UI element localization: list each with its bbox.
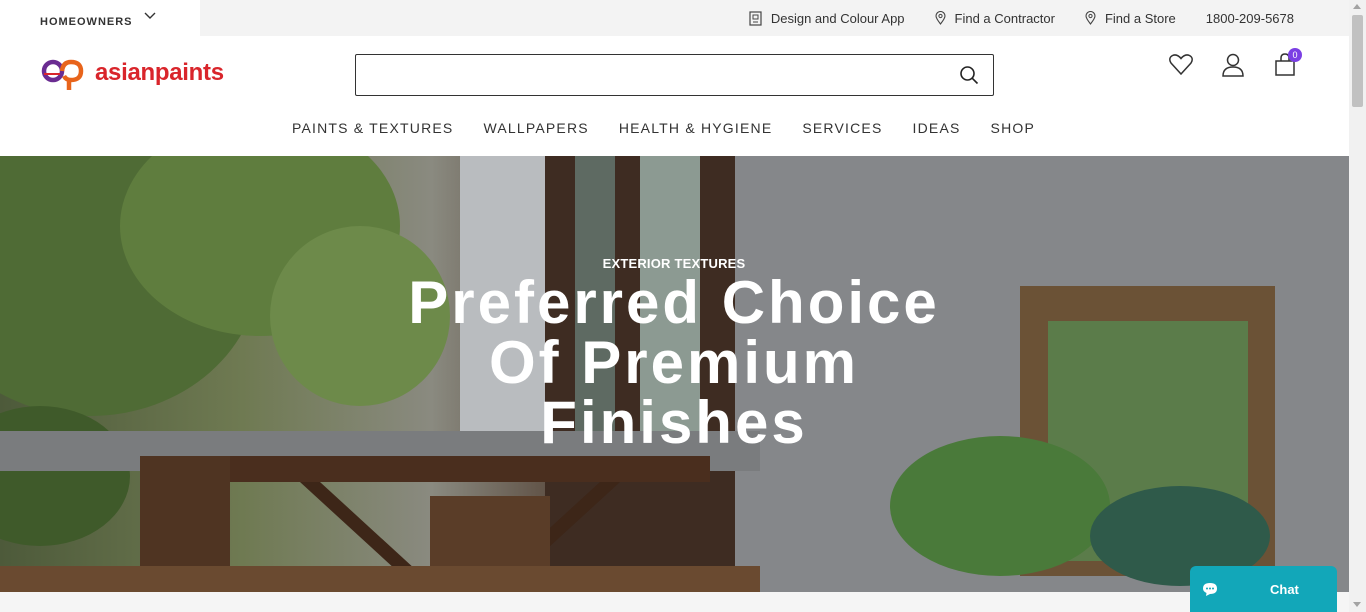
nav-ideas[interactable]: IDEAS (913, 120, 961, 142)
nav-paints-textures[interactable]: PAINTS & TEXTURES (292, 120, 453, 142)
segment-selector[interactable]: HOMEOWNERS (0, 0, 200, 36)
utility-bar: HOMEOWNERS Design and Colour App Find a … (0, 0, 1349, 36)
find-contractor-label: Find a Contractor (954, 10, 1055, 26)
chevron-down-icon (144, 12, 156, 19)
scroll-down-arrow-icon[interactable] (1353, 602, 1361, 607)
site-header: asianpaints 0 PAINTS & TEXTURES WALLPAPE… (0, 36, 1349, 156)
design-colour-app-link[interactable]: Design and Colour App (749, 11, 905, 26)
scroll-thumb[interactable] (1352, 15, 1363, 107)
utility-links: Design and Colour App Find a Contractor … (719, 0, 1294, 36)
nav-health-hygiene[interactable]: HEALTH & HYGIENE (619, 120, 773, 142)
user-account-icon[interactable] (1220, 52, 1246, 78)
hero-text-block: EXTERIOR TEXTURES Preferred Choice Of Pr… (340, 256, 1008, 453)
hero-title-line-1: Preferred Choice (408, 269, 940, 336)
vertical-scrollbar[interactable] (1349, 0, 1366, 612)
hero-title-line-3: Finishes (540, 389, 808, 456)
cart-button[interactable]: 0 (1272, 48, 1302, 78)
nav-wallpapers[interactable]: WALLPAPERS (483, 120, 588, 142)
nav-services[interactable]: SERVICES (802, 120, 882, 142)
page-bottom-strip (0, 592, 1349, 612)
logo-mark-icon (41, 59, 84, 90)
main-navigation: PAINTS & TEXTURES WALLPAPERS HEALTH & HY… (0, 120, 1349, 142)
location-pin-icon (1085, 11, 1096, 25)
cart-count-badge: 0 (1288, 48, 1302, 62)
segment-label: HOMEOWNERS (40, 16, 133, 28)
search-bar[interactable] (355, 54, 994, 96)
chat-label: Chat (1270, 581, 1299, 597)
logo-text: asianpaints (95, 59, 224, 86)
wishlist-heart-icon[interactable] (1168, 52, 1194, 78)
nav-shop[interactable]: SHOP (991, 120, 1035, 142)
header-icons: 0 (1168, 48, 1324, 78)
find-store-label: Find a Store (1104, 10, 1176, 26)
asianpaints-logo[interactable]: asianpaints (40, 54, 224, 92)
design-colour-app-label: Design and Colour App (770, 10, 905, 26)
hero-title: Preferred Choice Of Premium Finishes (340, 273, 1008, 453)
hero-title-line-2: Of Premium (488, 329, 860, 396)
phone-number[interactable]: 1800-209-5678 (1206, 11, 1294, 26)
search-icon[interactable] (959, 65, 979, 85)
find-store-link[interactable]: Find a Store (1085, 11, 1176, 26)
location-pin-icon (934, 11, 946, 25)
chat-button[interactable]: Chat (1190, 566, 1337, 612)
find-contractor-link[interactable]: Find a Contractor (934, 10, 1055, 26)
app-icon (749, 10, 762, 26)
scroll-up-arrow-icon[interactable] (1353, 4, 1361, 9)
chat-bubble-icon (1203, 582, 1217, 596)
search-input[interactable] (356, 55, 936, 95)
hero-banner[interactable]: EXTERIOR TEXTURES Preferred Choice Of Pr… (0, 156, 1349, 592)
